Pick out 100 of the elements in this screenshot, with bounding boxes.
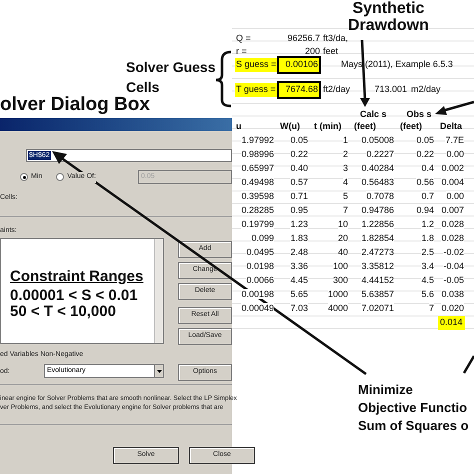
table-cell: 7.7E — [445, 135, 464, 146]
annotation-title: olver Dialog Box — [0, 94, 150, 116]
cell-value: 200 — [304, 45, 321, 58]
table-cell: 2.5 — [421, 247, 434, 258]
table-cell: 0.0066 — [246, 275, 274, 286]
table-cell: 0.98996 — [241, 149, 274, 160]
annotation-text: Solver Guess — [126, 58, 216, 77]
table-cell: 1.2 — [421, 219, 434, 230]
table-cell: 7.03 — [290, 303, 308, 314]
cell-value: 0.00106 — [277, 56, 321, 74]
annotation-text: Objective Functio — [358, 399, 468, 417]
table-cell: -0.04 — [443, 261, 464, 272]
constraints-list[interactable] — [0, 238, 164, 344]
table-cell: -0.02 — [443, 247, 464, 258]
table-cell: 0.002 — [441, 163, 464, 174]
table-cell: 3 — [342, 163, 348, 174]
table-cell: 20 — [338, 233, 348, 244]
table-cell: 0.71 — [290, 191, 308, 202]
table-cell: 0.00198 — [241, 289, 274, 300]
brace-drawing — [214, 50, 232, 108]
table-cell: 7 — [428, 303, 434, 314]
cell-label: r = — [235, 45, 248, 58]
column-header: t (min) — [313, 120, 342, 134]
table-cell: 0.0198 — [246, 261, 274, 272]
table-cell: 0.49498 — [241, 177, 274, 188]
table-cell: 0.7 — [421, 191, 434, 202]
table-cell: 1.83 — [290, 233, 308, 244]
table-cell: 0.56483 — [361, 177, 394, 188]
table-cell: 5.65 — [290, 289, 308, 300]
table-cell: 0.4 — [421, 163, 434, 174]
table-cell: 0.19799 — [241, 219, 274, 230]
table-cell: 5.6 — [421, 289, 434, 300]
table-cell: 0.00 — [446, 191, 464, 202]
table-cell: 0.007 — [441, 205, 464, 216]
table-cell: 1 — [342, 135, 348, 146]
table-cell: 1000 — [328, 289, 348, 300]
table-cell: 0.00 — [446, 149, 464, 160]
table-cell: 5 — [342, 191, 348, 202]
constraint-text: 50 < T < 10,000 — [10, 304, 117, 320]
table-cell: 0.020 — [441, 303, 464, 314]
total-cell: 0.014 — [438, 316, 465, 330]
table-cell: 0.22 — [416, 149, 434, 160]
table-cell: 2.48 — [290, 247, 308, 258]
annotation-text: Minimize — [358, 381, 414, 399]
table-cell: 0.2227 — [366, 149, 394, 160]
table-cell: 3.36 — [290, 261, 308, 272]
table-cell: 1.22856 — [361, 219, 394, 230]
table-cell: 3.35812 — [361, 261, 394, 272]
table-cell: 3.4 — [421, 261, 434, 272]
table-cell: 0.038 — [441, 289, 464, 300]
radio-button[interactable] — [20, 173, 28, 182]
table-cell: 0.099 — [251, 233, 274, 244]
arrow — [435, 100, 474, 115]
table-cell: 0.95 — [290, 205, 308, 216]
table-cell: 100 — [332, 261, 348, 272]
table-cell: 0.05 — [416, 135, 434, 146]
annotation-text: Synthetic — [352, 0, 424, 17]
annotation-text: Sum of Squares o — [358, 417, 469, 435]
cell-unit: m2/day — [411, 83, 441, 96]
column-header: u — [235, 120, 242, 134]
table-cell: 1.97992 — [241, 135, 274, 146]
scrollbar[interactable] — [154, 239, 163, 343]
table-cell: 0.94786 — [361, 205, 394, 216]
table-cell: 0.56 — [416, 177, 434, 188]
column-header: (feet) — [353, 120, 377, 134]
table-cell: 4.44152 — [361, 275, 394, 286]
column-header: W(u) — [279, 120, 301, 134]
table-cell: 0.28285 — [241, 205, 274, 216]
table-cell: 4.45 — [290, 275, 308, 286]
column-header: Calc s — [360, 108, 387, 120]
cell-value: 713.001 — [373, 83, 407, 96]
table-cell: 0.39598 — [241, 191, 274, 202]
table-cell: 0.40 — [290, 163, 308, 174]
table-cell: 10 — [338, 219, 348, 230]
radio-button[interactable] — [56, 173, 64, 182]
table-cell: 1.23 — [290, 219, 308, 230]
table-cell: 7 — [342, 205, 348, 216]
table-cell: 4.5 — [421, 275, 434, 286]
table-cell: 4 — [342, 177, 348, 188]
table-cell: 1.8 — [421, 233, 434, 244]
table-cell: 2.47273 — [361, 247, 394, 258]
cell-unit: ft3/da, — [323, 32, 350, 46]
table-cell: 1.82854 — [361, 233, 394, 244]
cell-label: S guess = — [235, 58, 277, 72]
table-cell: 0.028 — [441, 233, 464, 244]
annotation-text: Drawdown — [348, 17, 429, 34]
table-cell: 0.94 — [416, 205, 434, 216]
cell-unit: feet — [323, 45, 340, 58]
cell-value: 7674.68 — [277, 81, 321, 99]
table-cell: 300 — [332, 275, 348, 286]
table-cell: 0.028 — [441, 219, 464, 230]
cell-unit: ft2/day — [323, 83, 352, 96]
table-cell: 0.05 — [290, 135, 308, 146]
table-cell: 5.63857 — [361, 289, 394, 300]
constraint-title: Constraint Ranges — [10, 269, 144, 285]
column-header: Obs s — [406, 108, 432, 120]
table-cell: 0.004 — [441, 177, 464, 188]
column-header: Delta — [439, 120, 464, 134]
table-cell: 0.05008 — [361, 135, 394, 146]
cell-label: Q = — [235, 32, 252, 46]
